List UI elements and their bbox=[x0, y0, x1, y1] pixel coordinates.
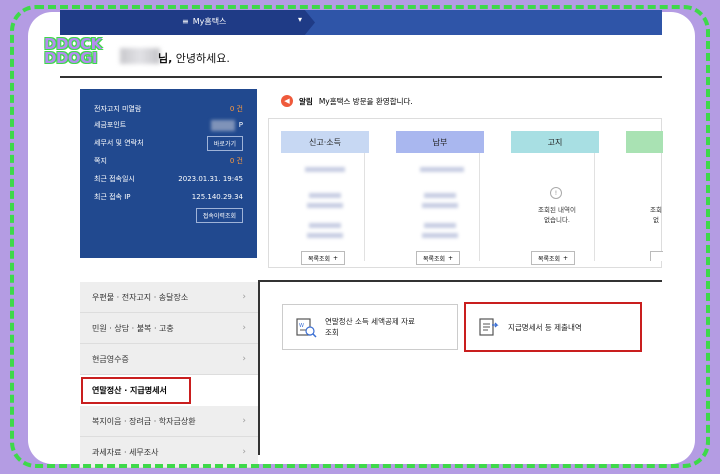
greeting-text: 님, 안녕하세요. bbox=[158, 52, 230, 65]
list-view-button[interactable]: 목 bbox=[650, 251, 663, 261]
info-icon: ! bbox=[550, 187, 562, 199]
my-hometax-menu[interactable]: ≡ My홈택스 bbox=[182, 16, 226, 27]
top-nav-bar: ≡ My홈택스 ▾ bbox=[60, 10, 662, 35]
highlight-box bbox=[81, 377, 191, 404]
plus-icon: + bbox=[563, 254, 569, 262]
blurred-points bbox=[211, 119, 235, 131]
login-history-button[interactable]: 접속이력조회 bbox=[195, 207, 243, 223]
list-view-button[interactable]: 목록조회 + bbox=[301, 251, 345, 265]
header-divider bbox=[60, 76, 662, 78]
card-header-payment[interactable]: 납부 bbox=[396, 131, 484, 153]
side-menu-item-welfare[interactable]: 복지이음 · 장려금 · 학자금상환 › bbox=[80, 406, 258, 437]
chevron-right-icon: › bbox=[242, 323, 246, 333]
summary-row-points: 세금포인트 P bbox=[94, 119, 243, 131]
notice-title: 알림 bbox=[299, 96, 313, 106]
status-cards: 신고·소득 목록조회 + 납부 목록조회 + 고지 ! 조회된 내역이 없습니다. … bbox=[268, 118, 663, 268]
card-payment: 납부 목록조회 + bbox=[384, 131, 484, 265]
card-notice: 고지 ! 조회된 내역이 없습니다. 목록조회 + bbox=[499, 131, 599, 265]
message-count: 0 건 bbox=[229, 157, 243, 165]
card-partial: 조회 없 목 bbox=[614, 131, 663, 261]
shortcut-button[interactable]: 바로가기 bbox=[206, 135, 243, 151]
watermark-logo: DDOCK DDOGI bbox=[44, 35, 102, 67]
empty-message: 조회된 내역이 없습니다. bbox=[538, 206, 576, 224]
card-header-partial[interactable] bbox=[626, 131, 663, 153]
list-view-button[interactable]: 목록조회 + bbox=[531, 251, 575, 265]
chevron-down-icon[interactable]: ▾ bbox=[298, 15, 302, 24]
unread-count: 0 건 bbox=[229, 105, 243, 113]
card-filing: 신고·소득 목록조회 + bbox=[269, 131, 369, 265]
side-menu-item-cash-receipt[interactable]: 현금영수증 › bbox=[80, 344, 258, 375]
chevron-right-icon: › bbox=[242, 416, 246, 426]
summary-row-messages: 쪽지 0 건 bbox=[94, 157, 243, 165]
chevron-right-icon: › bbox=[242, 447, 246, 457]
card-header-notice[interactable]: 고지 bbox=[511, 131, 599, 153]
empty-message: 조회 없 bbox=[650, 206, 662, 224]
plus-icon: + bbox=[333, 254, 339, 262]
summary-row-last-ip: 최근 접속 IP 125.140.29.34 bbox=[94, 193, 243, 201]
list-view-button[interactable]: 목록조회 + bbox=[416, 251, 460, 265]
summary-row-office: 세무서 및 연락처 바로가기 bbox=[90, 133, 247, 153]
side-menu-item-complaint[interactable]: 민원 · 상담 · 불복 · 고충 › bbox=[80, 313, 258, 344]
summary-row-unread: 전자고지 미열람 0 건 bbox=[94, 105, 243, 113]
document-submit-icon bbox=[479, 318, 499, 336]
hamburger-icon: ≡ bbox=[182, 17, 189, 26]
service-year-end-data[interactable]: W 연말정산 소득 세액공제 자료 조회 bbox=[282, 304, 458, 350]
menu-label: My홈택스 bbox=[192, 17, 227, 26]
speaker-icon: ◀ bbox=[281, 95, 293, 107]
chevron-right-icon: › bbox=[242, 292, 246, 302]
account-summary-box: 전자고지 미열람 0 건 세금포인트 P 세무서 및 연락처 바로가기 쪽지 0… bbox=[80, 89, 257, 258]
document-search-icon: W bbox=[296, 318, 317, 338]
blurred-user-name bbox=[120, 48, 160, 64]
side-menu: 우편물 · 전자고지 · 송달장소 › 민원 · 상담 · 불복 · 고충 › 현금… bbox=[80, 282, 258, 468]
chevron-right-icon: › bbox=[242, 354, 246, 364]
card-header-filing[interactable]: 신고·소득 bbox=[281, 131, 369, 153]
svg-text:W: W bbox=[299, 323, 304, 329]
notice-bar: ◀ 알림 My홈택스 방문을 환영합니다. bbox=[281, 95, 413, 107]
content-panel: W 연말정산 소득 세액공제 자료 조회 지급명세서 등 제출내역 bbox=[258, 280, 662, 455]
side-menu-item-mail[interactable]: 우편물 · 전자고지 · 송달장소 › bbox=[80, 282, 258, 313]
side-menu-item-tax-data[interactable]: 과세자료 · 세무조사 › bbox=[80, 437, 258, 468]
side-menu-item-year-end[interactable]: 연말정산 · 지급명세서 bbox=[80, 375, 258, 406]
summary-row-last-login: 최근 접속일시 2023.01.31. 19:45 bbox=[94, 175, 243, 183]
notice-message: My홈택스 방문을 환영합니다. bbox=[318, 96, 413, 106]
service-payment-statement[interactable]: 지급명세서 등 제출내역 bbox=[464, 302, 642, 352]
plus-icon: + bbox=[448, 254, 454, 262]
